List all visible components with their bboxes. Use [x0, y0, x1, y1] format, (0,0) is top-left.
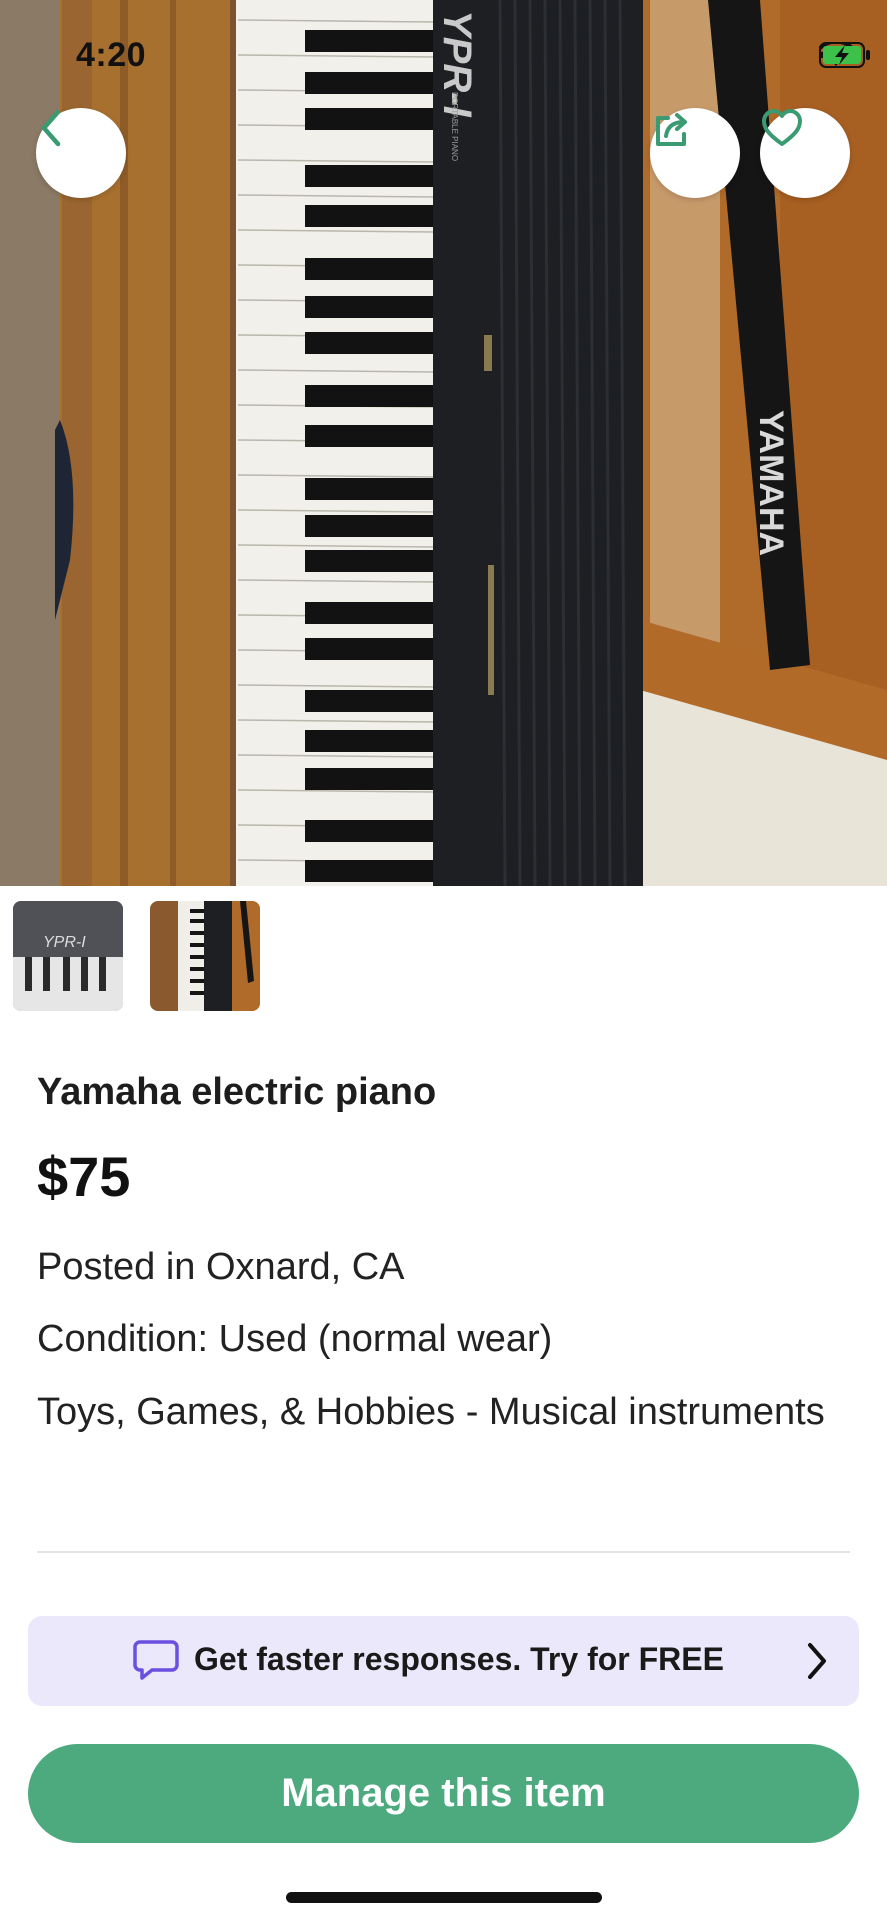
home-indicator[interactable]: [286, 1892, 602, 1903]
back-button[interactable]: [36, 108, 126, 198]
share-icon: [656, 113, 687, 146]
share-button[interactable]: [650, 108, 740, 198]
listing-price: $75: [37, 1145, 131, 1208]
chevron-left-icon: [41, 109, 61, 147]
keyboard-sub-text: PORTABLE PIANO: [450, 92, 459, 161]
heart-icon: [762, 109, 802, 146]
thumbnail-strip: YPR-I: [13, 901, 260, 1011]
thumbnail-photo-1[interactable]: YPR-I: [13, 901, 123, 1011]
section-divider: [37, 1551, 850, 1553]
listing-location: Posted in Oxnard, CA: [37, 1246, 405, 1288]
thumbnail-photo-2[interactable]: [150, 901, 260, 1011]
favorite-button[interactable]: [760, 108, 850, 198]
case-brand-text: YAMAHA: [752, 410, 790, 556]
listing-condition: Condition: Used (normal wear): [37, 1318, 553, 1360]
status-time: 4:20: [76, 36, 147, 74]
chevron-right-icon: [805, 1640, 829, 1687]
svg-text:YPR-I: YPR-I: [43, 934, 86, 951]
listing-photo[interactable]: YAMAHA YPR-I PORTABLE PIANO 4:20: [0, 0, 887, 886]
manage-item-button[interactable]: Manage this item: [28, 1744, 859, 1843]
listing-category[interactable]: Toys, Games, & Hobbies - Musical instrum…: [37, 1381, 857, 1443]
promo-banner[interactable]: Get faster responses. Try for FREE: [28, 1616, 859, 1706]
piano-photo: YAMAHA YPR-I PORTABLE PIANO: [0, 0, 887, 886]
listing-title: Yamaha electric piano: [37, 1071, 437, 1113]
promo-text: Get faster responses. Try for FREE: [194, 1641, 724, 1677]
chat-bubble-icon: [132, 1638, 180, 1687]
